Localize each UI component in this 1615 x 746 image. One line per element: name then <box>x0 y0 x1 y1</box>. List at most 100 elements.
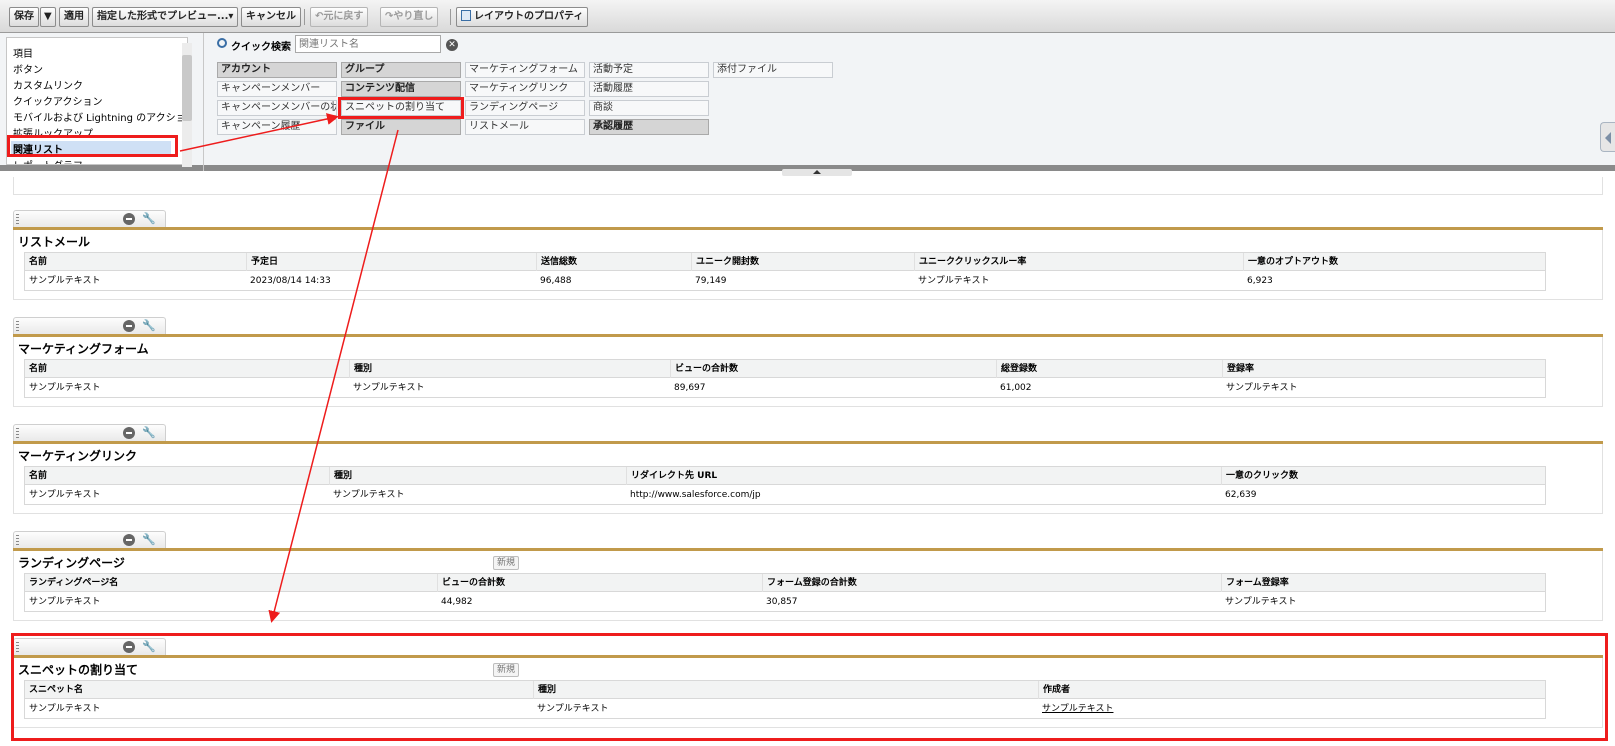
table-cell: 6,923 <box>1247 276 1273 286</box>
column-header: 種別 <box>349 360 372 378</box>
category-report-charts[interactable]: レポートグラフ <box>13 157 83 164</box>
column-header: ビューの合計数 <box>670 360 738 378</box>
column-header: スニペット名 <box>29 685 84 695</box>
palette-item-landing-page[interactable]: ランディングページ <box>465 100 585 116</box>
toolbar-separator <box>304 9 305 25</box>
palette-category-list: 項目 ボタン カスタムリンク クイックアクション モバイルおよび Lightni… <box>6 37 188 165</box>
palette-item-activity-history[interactable]: 活動履歴 <box>589 81 709 97</box>
remove-icon[interactable] <box>123 534 135 546</box>
palette-item-group[interactable]: グループ <box>341 62 461 78</box>
undo-label: 元に戻す <box>323 11 364 22</box>
table-header: ランディングページ名 ビューの合計数 フォーム登録の合計数 フォーム登録率 <box>25 574 1545 592</box>
palette-item-campaign-member-status[interactable]: キャンペーンメンバーの状況 <box>217 100 337 116</box>
new-button[interactable]: 新規 <box>493 556 520 570</box>
save-button[interactable]: 保存 <box>9 7 39 27</box>
related-list-landing-page[interactable]: 🔧 ランディングページ 新規 ランディングページ名 ビューの合計数 フォーム登録… <box>13 531 1603 621</box>
remove-icon[interactable] <box>123 641 135 653</box>
palette-item-snippet-assignments[interactable]: スニペットの割り当て <box>338 97 464 119</box>
layout-editor-toolbar: 保存 ▼ 適用 指定した形式でプレビュー...▾ キャンセル ↶元に戻す ↷やり… <box>0 0 1615 33</box>
column-header: 種別 <box>533 681 556 699</box>
category-mobile-lightning-actions[interactable]: モバイルおよび Lightning のアクション <box>13 109 187 124</box>
palette-item-marketing-link[interactable]: マーケティングリンク <box>465 81 585 97</box>
column-header: 総登録数 <box>996 360 1037 378</box>
palette-item-open-activities[interactable]: 活動予定 <box>589 62 709 78</box>
preview-as-button[interactable]: 指定した形式でプレビュー...▾ <box>92 7 239 27</box>
drag-grip-icon[interactable] <box>16 214 19 225</box>
layout-properties-label: レイアウトのプロパティ <box>474 11 584 22</box>
palette-item-marketing-form[interactable]: マーケティングフォーム <box>465 62 585 78</box>
redo-button[interactable]: ↷やり直し <box>380 7 439 27</box>
column-header: フォーム登録率 <box>1221 574 1289 592</box>
undo-button[interactable]: ↶元に戻す <box>310 7 369 27</box>
clear-search-icon[interactable]: ✕ <box>446 39 458 51</box>
related-list-handle[interactable]: 🔧 <box>13 424 166 442</box>
palette-item-campaign-members[interactable]: キャンペーンメンバー <box>217 81 337 97</box>
toolbar-separator <box>450 9 451 25</box>
category-fields[interactable]: 項目 <box>13 45 33 60</box>
drag-grip-icon[interactable] <box>16 535 19 546</box>
table-cell: 44,982 <box>441 597 473 607</box>
related-list-title: ランディングページ <box>18 556 125 570</box>
save-dropdown-button[interactable]: ▼ <box>40 7 56 27</box>
drag-grip-icon[interactable] <box>16 321 19 332</box>
table-cell: 89,697 <box>674 383 706 393</box>
table-cell: 30,857 <box>766 597 798 607</box>
related-list-list-email[interactable]: 🔧 リストメール 名前 予定日 送信総数 ユニーク開封数 ユニーククリックスルー… <box>13 210 1603 300</box>
wrench-icon[interactable]: 🔧 <box>142 319 156 332</box>
palette-item-opportunities[interactable]: 商談 <box>589 100 709 116</box>
cancel-button[interactable]: キャンセル <box>241 7 301 27</box>
palette-item-list-email[interactable]: リストメール <box>465 119 585 135</box>
collapse-palette-handle[interactable] <box>782 169 852 176</box>
related-list-handle[interactable]: 🔧 <box>13 531 166 549</box>
column-header: 一意のオプトアウト数 <box>1243 253 1338 271</box>
quick-search-input[interactable] <box>295 35 441 53</box>
drag-grip-icon[interactable] <box>16 642 19 653</box>
column-header: ランディングページ名 <box>29 578 119 588</box>
category-scrollbar-thumb[interactable] <box>182 55 192 121</box>
palette-item-campaign-history[interactable]: キャンペーン履歴 <box>217 119 337 135</box>
palette-item-account[interactable]: アカウント <box>217 62 337 78</box>
remove-icon[interactable] <box>123 213 135 225</box>
related-list-marketing-form[interactable]: 🔧 マーケティングフォーム 名前 種別 ビューの合計数 総登録数 登録率 サンプ… <box>13 317 1603 407</box>
column-header: ユニーク開封数 <box>691 253 759 271</box>
column-header: 名前 <box>29 364 48 374</box>
wrench-icon[interactable]: 🔧 <box>142 640 156 653</box>
apply-button[interactable]: 適用 <box>59 7 89 27</box>
category-quick-actions[interactable]: クイックアクション <box>13 93 103 108</box>
related-list-marketing-link[interactable]: 🔧 マーケティングリンク 名前 種別 リダイレクト先 URL 一意のクリック数 … <box>13 424 1603 514</box>
collapse-side-panel-icon[interactable] <box>1600 122 1615 152</box>
wrench-icon[interactable]: 🔧 <box>142 426 156 439</box>
category-related-lists[interactable]: 関連リスト <box>11 141 171 156</box>
new-button[interactable]: 新規 <box>493 663 520 677</box>
table-header: 名前 種別 リダイレクト先 URL 一意のクリック数 <box>25 467 1545 485</box>
category-buttons[interactable]: ボタン <box>13 61 43 76</box>
palette-item-content-delivery[interactable]: コンテンツ配信 <box>341 81 461 97</box>
palette-item-approval-history[interactable]: 承認履歴 <box>589 119 709 135</box>
related-list-snippet-assignments[interactable]: 🔧 スニペットの割り当て 新規 スニペット名 種別 作成者 サンプルテキスト サ… <box>13 638 1603 728</box>
related-list-handle[interactable]: 🔧 <box>13 317 166 335</box>
column-header: 送信総数 <box>536 253 577 271</box>
related-list-handle[interactable]: 🔧 <box>13 210 166 228</box>
column-header: 名前 <box>29 471 48 481</box>
column-header: 登録率 <box>1222 360 1254 378</box>
table-cell: 79,149 <box>695 276 727 286</box>
table-header: スニペット名 種別 作成者 <box>25 681 1545 699</box>
related-list-handle[interactable]: 🔧 <box>13 638 166 656</box>
palette-item-attachments[interactable]: 添付ファイル <box>713 62 833 78</box>
table-cell: サンプルテキスト <box>353 383 425 393</box>
wrench-icon[interactable]: 🔧 <box>142 533 156 546</box>
palette-item-files[interactable]: ファイル <box>341 119 461 135</box>
layout-properties-button[interactable]: レイアウトのプロパティ <box>456 7 589 27</box>
remove-icon[interactable] <box>123 427 135 439</box>
drag-grip-icon[interactable] <box>16 428 19 439</box>
table-cell: 96,488 <box>540 276 572 286</box>
category-expanded-lookups[interactable]: 拡張ルックアップ <box>13 125 93 140</box>
table-cell: 62,639 <box>1225 490 1257 500</box>
related-list-table: ランディングページ名 ビューの合計数 フォーム登録の合計数 フォーム登録率 サン… <box>24 573 1546 612</box>
wrench-icon[interactable]: 🔧 <box>142 212 156 225</box>
table-cell-link[interactable]: サンプルテキスト <box>1038 700 1113 718</box>
table-cell: サンプルテキスト <box>29 276 101 286</box>
category-custom-links[interactable]: カスタムリンク <box>13 77 83 92</box>
table-cell: サンプルテキスト <box>1225 597 1297 607</box>
remove-icon[interactable] <box>123 320 135 332</box>
